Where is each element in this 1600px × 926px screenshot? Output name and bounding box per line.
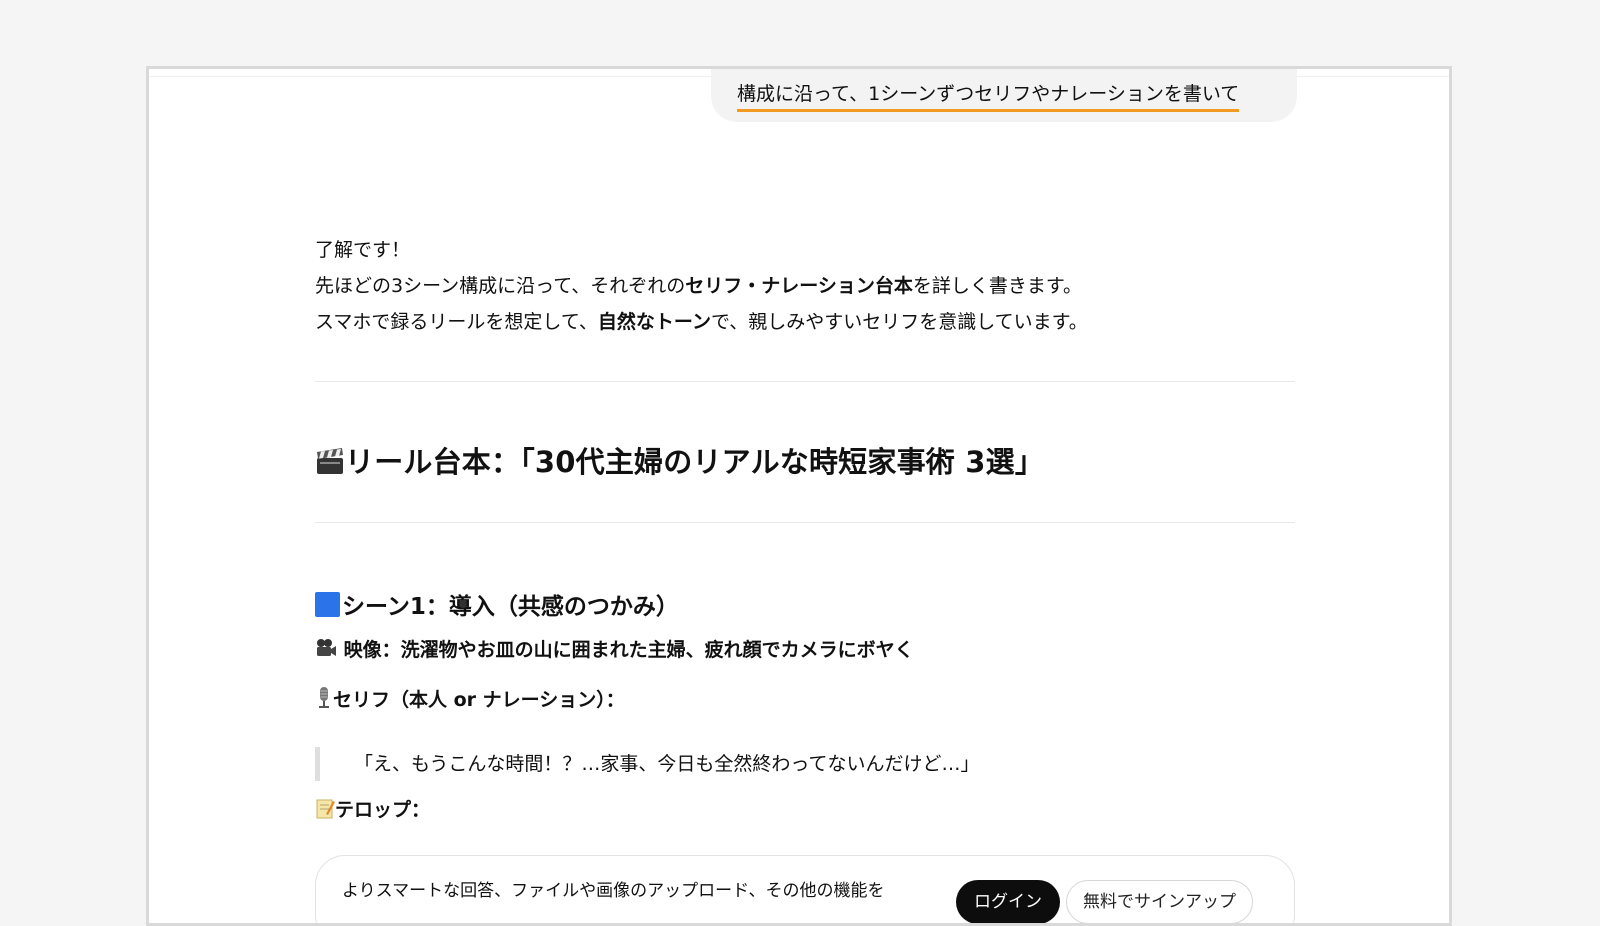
intro-line-2-pre: 先ほどの3シーン構成に沿って、それぞれの bbox=[315, 275, 686, 297]
login-prompt-bar: よりスマートな回答、ファイルや画像のアップロード、その他の機能を ログイン 無料… bbox=[315, 855, 1295, 923]
intro-line-2: 先ほどの3シーン構成に沿って、それぞれのセリフ・ナレーション台本を詳しく書きます… bbox=[315, 268, 1295, 304]
microphone-icon bbox=[315, 686, 333, 715]
intro-line-3: スマホで録るリールを想定して、自然なトーンで、親しみやすいセリフを意識しています… bbox=[315, 304, 1295, 340]
scene1-video: 映像：洗濯物やお皿の山に囲まれた主婦、疲れ顔でカメラにボヤく bbox=[315, 635, 914, 664]
user-message-bubble: 構成に沿って、1シーンずつセリフやナレーションを書いて bbox=[711, 69, 1297, 122]
intro-text: 了解です！ 先ほどの3シーン構成に沿って、それぞれのセリフ・ナレーション台本を詳… bbox=[315, 232, 1295, 340]
chat-window: 構成に沿って、1シーンずつセリフやナレーションを書いて 了解です！ 先ほどの3シ… bbox=[146, 66, 1452, 926]
signup-button[interactable]: 無料でサインアップ bbox=[1066, 880, 1253, 923]
scene1-video-text: 映像：洗濯物やお皿の山に囲まれた主婦、疲れ顔でカメラにボヤく bbox=[343, 639, 914, 661]
intro-line-3-post: で、親しみやすいセリフを意識しています。 bbox=[710, 311, 1088, 333]
user-message-text: 構成に沿って、1シーンずつセリフやナレーションを書いて bbox=[737, 83, 1240, 112]
scene1-caption-label: テロップ： bbox=[335, 799, 431, 821]
intro-line-1: 了解です！ bbox=[315, 239, 411, 261]
login-prompt-message: よりスマートな回答、ファイルや画像のアップロード、その他の機能を bbox=[342, 881, 885, 901]
intro-line-3-pre: スマホで録るリールを想定して、 bbox=[315, 311, 598, 333]
scene1-heading: シーン1：導入（共感のつかみ） bbox=[315, 587, 679, 621]
memo-icon bbox=[315, 797, 335, 824]
intro-line-2-bold: セリフ・ナレーション台本 bbox=[685, 275, 913, 297]
scene1-line: セリフ（本人 or ナレーション）： bbox=[315, 685, 625, 715]
blue-square-icon bbox=[315, 592, 340, 617]
login-button[interactable]: ログイン bbox=[956, 880, 1060, 923]
script-title: リール台本：「30代主婦のリアルな時短家事術 3選」 bbox=[315, 439, 1044, 483]
clapperboard-icon bbox=[315, 446, 345, 483]
intro-line-2-post: を詳しく書きます。 bbox=[912, 275, 1082, 297]
divider-2 bbox=[315, 522, 1295, 523]
scene1-heading-text: シーン1：導入（共感のつかみ） bbox=[342, 594, 679, 620]
scene1-caption: テロップ： bbox=[315, 795, 430, 824]
script-title-text: リール台本：「30代主婦のリアルな時短家事術 3選」 bbox=[345, 445, 1045, 479]
scene1-quote: 「え、もうこんな時間！？…家事、今日も全然終わってないんだけど…」 bbox=[315, 747, 1295, 781]
divider-1 bbox=[315, 381, 1295, 382]
scene1-line-label: セリフ（本人 or ナレーション）： bbox=[333, 689, 625, 711]
scene1-quote-text: 「え、もうこんな時間！？…家事、今日も全然終わってないんだけど…」 bbox=[354, 753, 980, 775]
movie-camera-icon bbox=[315, 637, 337, 664]
intro-line-3-bold: 自然なトーン bbox=[597, 311, 711, 333]
